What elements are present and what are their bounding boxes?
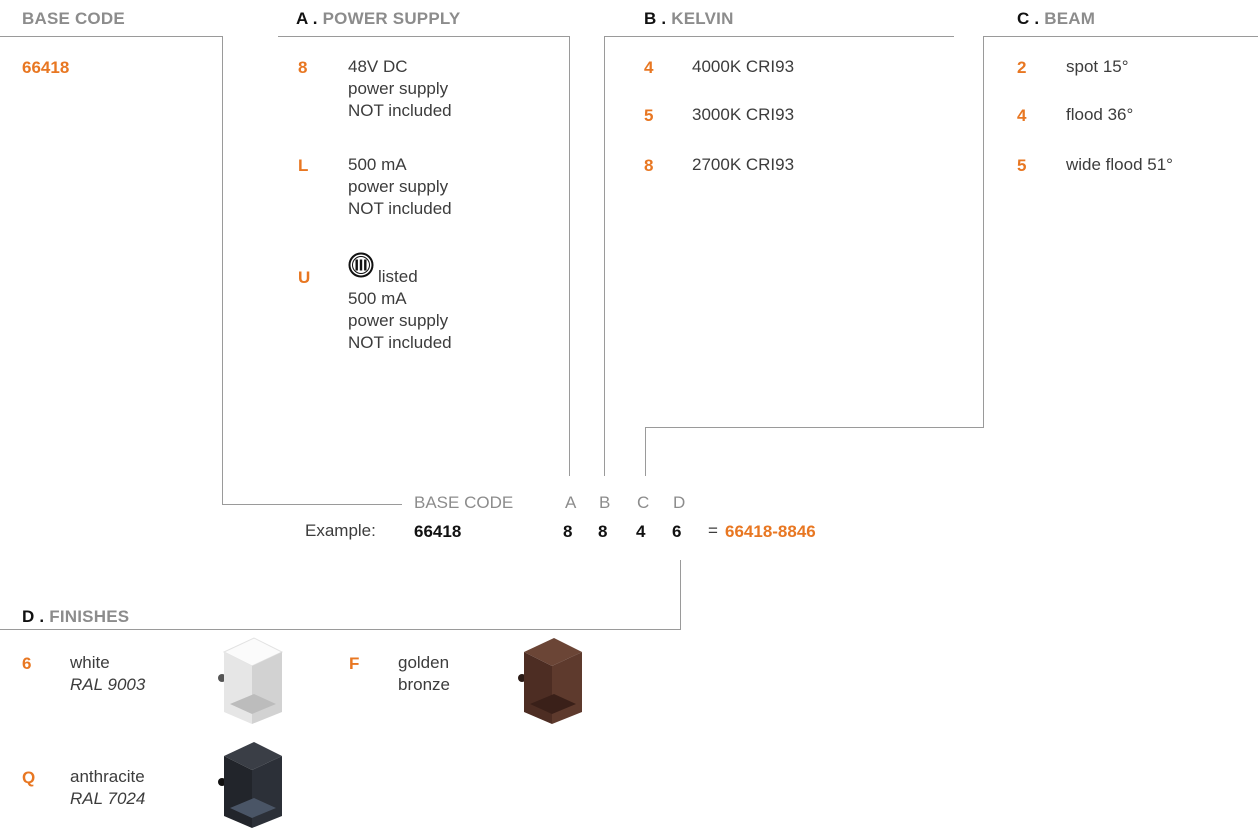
kelvin-option-label: 2700K CRI93	[692, 155, 795, 174]
power-option-code: 8	[298, 58, 308, 77]
finishes-connector-v	[680, 560, 681, 630]
finish-option-code: F	[349, 654, 360, 673]
base-code-header: BASE CODE	[22, 9, 125, 28]
beam-option-label: spot 15°	[1066, 57, 1129, 76]
beam-option-code: 5	[1017, 156, 1027, 175]
kelvin-letter: B	[644, 9, 657, 28]
beam-option-label: flood 36°	[1066, 105, 1134, 124]
example-col-d-label: D	[673, 493, 686, 512]
example-col-base-label: BASE CODE	[414, 493, 514, 512]
power-option-line: NOT included	[348, 333, 452, 352]
power-option-code: L	[298, 156, 309, 175]
power-supply-rule	[278, 36, 570, 37]
power-option-code: U	[298, 268, 311, 287]
power-option-line: power supply	[348, 311, 449, 330]
white-fixture-image	[214, 634, 284, 730]
kelvin-header: B . KELVIN	[644, 9, 734, 28]
base-code-connector-v	[222, 36, 223, 505]
example-equals: =	[708, 521, 718, 540]
example-label: Example:	[305, 521, 376, 540]
beam-header: C . BEAM	[1017, 9, 1096, 28]
kelvin-option-code: 4	[644, 58, 654, 77]
power-option-description: 48V DC power supply NOT included	[348, 56, 452, 122]
example-col-a-label: A	[565, 493, 577, 512]
example-d-value: 6	[672, 522, 682, 541]
beam-connector-v	[983, 36, 984, 428]
example-base-value: 66418	[414, 522, 462, 541]
finishes-letter: D	[22, 607, 35, 626]
power-supply-header: A . POWER SUPPLY	[296, 9, 461, 28]
power-option-description: 500 mA power supply NOT included	[348, 288, 452, 354]
example-c-value: 4	[636, 522, 646, 541]
finish-name-line: golden	[398, 653, 450, 672]
power-supply-connector	[569, 36, 570, 476]
kelvin-title: KELVIN	[671, 9, 734, 28]
finish-option-name: golden bronze	[398, 652, 450, 696]
bronze-fixture-image	[514, 634, 584, 730]
kelvin-rule	[604, 36, 954, 37]
finish-option-code: 6	[22, 654, 32, 673]
power-option-line: power supply	[348, 177, 449, 196]
beam-option-code: 2	[1017, 58, 1027, 77]
example-col-c-label: C	[637, 493, 650, 512]
power-option-line: 500 mA	[348, 289, 407, 308]
example-result: 66418-8846	[725, 522, 816, 541]
finish-name-line: bronze	[398, 675, 450, 694]
beam-connector-down	[645, 427, 646, 476]
example-col-b-label: B	[599, 493, 611, 512]
power-option-line: NOT included	[348, 199, 452, 218]
listed-label: listed	[378, 267, 418, 286]
beam-option-label: wide flood 51°	[1066, 155, 1173, 174]
finishes-title: FINISHES	[49, 607, 130, 626]
kelvin-option-label: 3000K CRI93	[692, 105, 795, 124]
kelvin-option-label: 4000K CRI93	[692, 57, 795, 76]
finish-option-code: Q	[22, 768, 36, 787]
finish-option-ral: RAL 7024	[70, 789, 146, 808]
kelvin-option-code: 8	[644, 156, 654, 175]
power-option-line: 500 mA	[348, 155, 407, 174]
finish-option-ral: RAL 9003	[70, 675, 146, 694]
finish-option-name: anthracite	[70, 767, 145, 786]
kelvin-connector	[604, 36, 605, 476]
example-b-value: 8	[598, 522, 608, 541]
beam-letter: C	[1017, 9, 1030, 28]
etl-listed-icon	[348, 252, 374, 278]
power-option-line: NOT included	[348, 101, 452, 120]
base-code-rule	[0, 36, 223, 37]
power-option-line: 48V DC	[348, 57, 408, 76]
finishes-rule	[0, 629, 681, 630]
beam-title: BEAM	[1044, 9, 1096, 28]
base-code-value: 66418	[22, 58, 70, 77]
beam-connector-h	[645, 427, 984, 428]
example-a-value: 8	[563, 522, 573, 541]
finishes-header: D . FINISHES	[22, 607, 130, 626]
anthracite-fixture-image	[214, 738, 284, 834]
power-supply-letter: A	[296, 9, 308, 28]
beam-rule	[983, 36, 1258, 37]
kelvin-option-code: 5	[644, 106, 654, 125]
base-code-connector-h	[222, 504, 402, 505]
power-option-description: 500 mA power supply NOT included	[348, 154, 452, 220]
beam-option-code: 4	[1017, 106, 1027, 125]
finish-option-name: white	[70, 653, 110, 672]
power-option-line: power supply	[348, 79, 449, 98]
power-supply-title: POWER SUPPLY	[322, 9, 461, 28]
